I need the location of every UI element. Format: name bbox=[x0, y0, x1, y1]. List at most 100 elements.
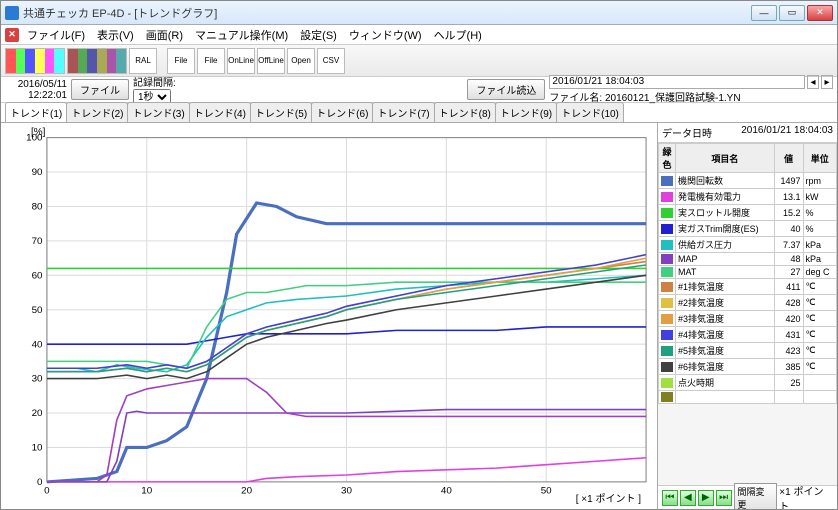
nav-last-button[interactable]: ⏭ bbox=[716, 490, 732, 506]
svg-text:20: 20 bbox=[32, 408, 43, 419]
color-swatch bbox=[661, 208, 673, 218]
chart-area: [%] 010203040506070809010001020304050 [ … bbox=[1, 123, 657, 509]
table-row[interactable]: #4排気温度431℃ bbox=[659, 327, 837, 343]
file-load-button[interactable]: ファイル読込 bbox=[467, 79, 545, 100]
trend-tabs: トレンド(1)トレンド(2)トレンド(3)トレンド(4)トレンド(5)トレンド(… bbox=[1, 103, 837, 123]
trend-tab[interactable]: トレンド(8) bbox=[434, 102, 496, 122]
close-doc-icon[interactable]: ✕ bbox=[5, 28, 19, 42]
close-button[interactable]: ✕ bbox=[807, 5, 833, 21]
interval-label: 記録間隔: bbox=[133, 74, 176, 89]
svg-text:10: 10 bbox=[141, 486, 152, 497]
trend-tab[interactable]: トレンド(3) bbox=[127, 102, 189, 122]
range-change-button[interactable]: 間隔変更 bbox=[734, 483, 778, 510]
menu-item[interactable]: 表示(V) bbox=[91, 25, 140, 45]
svg-text:40: 40 bbox=[32, 339, 43, 350]
table-row[interactable]: #2排気温度428℃ bbox=[659, 295, 837, 311]
unit-label: ×1 ポイント bbox=[779, 483, 833, 510]
svg-text:0: 0 bbox=[44, 486, 49, 497]
color-swatch bbox=[661, 192, 673, 202]
maximize-button[interactable]: ▭ bbox=[779, 5, 805, 21]
toolbar: RAL File File OnLine OffLine Open CSV bbox=[1, 45, 837, 77]
offline-button[interactable]: OffLine bbox=[257, 48, 285, 74]
trend-tab[interactable]: トレンド(10) bbox=[556, 102, 624, 122]
color-swatch bbox=[661, 176, 673, 186]
nav-first-button[interactable]: ⏮ bbox=[662, 490, 678, 506]
csv-button[interactable]: CSV bbox=[317, 48, 345, 74]
table-row[interactable]: 実スロットル開度15.2% bbox=[659, 205, 837, 221]
svg-text:10: 10 bbox=[32, 443, 43, 454]
timestamp-box: 2016/01/21 18:04:03 bbox=[549, 75, 805, 89]
table-row[interactable]: MAP48kPa bbox=[659, 253, 837, 266]
table-row[interactable]: 点火時期25 bbox=[659, 375, 837, 391]
data-datetime-value: 2016/01/21 18:04:03 bbox=[741, 125, 833, 140]
svg-text:30: 30 bbox=[32, 374, 43, 385]
file-button-2[interactable]: File bbox=[197, 48, 225, 74]
menubar: ✕ ファイル(F)表示(V)画面(R)マニュアル操作(M)設定(S)ウィンドウ(… bbox=[1, 25, 837, 45]
color-palette-1[interactable] bbox=[5, 48, 65, 74]
trend-tab[interactable]: トレンド(1) bbox=[5, 102, 67, 122]
window-title: 共通チェッカ EP-4D - [トレンドグラフ] bbox=[23, 5, 751, 21]
trend-tab[interactable]: トレンド(2) bbox=[66, 102, 128, 122]
menu-item[interactable]: ファイル(F) bbox=[21, 25, 91, 45]
color-swatch bbox=[661, 240, 673, 250]
scroll-right-button[interactable]: ▸ bbox=[821, 75, 833, 89]
svg-text:50: 50 bbox=[32, 305, 43, 316]
table-row[interactable]: #1排気温度411℃ bbox=[659, 279, 837, 295]
svg-text:80: 80 bbox=[32, 202, 43, 213]
menu-item[interactable]: ヘルプ(H) bbox=[428, 25, 488, 45]
table-row[interactable]: 実ガスTrim開度(ES)40% bbox=[659, 221, 837, 237]
col-header: 値 bbox=[774, 144, 803, 173]
trend-tab[interactable]: トレンド(6) bbox=[311, 102, 373, 122]
menu-item[interactable]: 画面(R) bbox=[140, 25, 189, 45]
svg-text:30: 30 bbox=[341, 486, 352, 497]
trend-tab[interactable]: トレンド(9) bbox=[495, 102, 557, 122]
menu-item[interactable]: ウィンドウ(W) bbox=[343, 25, 428, 45]
table-row[interactable]: #6排気温度385℃ bbox=[659, 359, 837, 375]
online-button[interactable]: OnLine bbox=[227, 48, 255, 74]
col-header: 単位 bbox=[803, 144, 836, 173]
color-swatch bbox=[661, 298, 673, 308]
minimize-button[interactable]: — bbox=[751, 5, 777, 21]
color-swatch bbox=[661, 267, 673, 277]
ral-button[interactable]: RAL bbox=[129, 48, 157, 74]
table-row[interactable]: 発電機有効電力13.1kW bbox=[659, 189, 837, 205]
table-row[interactable] bbox=[659, 391, 837, 404]
color-swatch bbox=[661, 314, 673, 324]
menu-item[interactable]: マニュアル操作(M) bbox=[189, 25, 294, 45]
current-datetime: 2016/05/11 12:22:01 bbox=[5, 79, 67, 101]
nav-prev-button[interactable]: ◀ bbox=[680, 490, 696, 506]
table-row[interactable]: #5排気温度423℃ bbox=[659, 343, 837, 359]
svg-text:20: 20 bbox=[241, 486, 252, 497]
svg-text:60: 60 bbox=[32, 271, 43, 282]
color-swatch bbox=[661, 330, 673, 340]
table-row[interactable]: 機関回転数1497rpm bbox=[659, 173, 837, 189]
x-axis-label: [ ×1 ポイント ] bbox=[576, 490, 641, 505]
file-mode-button[interactable]: ファイル bbox=[71, 79, 129, 100]
data-table: 緑色項目名値単位機関回転数1497rpm発電機有効電力13.1kW実スロットル開… bbox=[658, 143, 837, 485]
scroll-left-button[interactable]: ◂ bbox=[807, 75, 819, 89]
col-header: 緑色 bbox=[659, 144, 676, 173]
svg-text:0: 0 bbox=[37, 477, 42, 488]
data-sidebar: データ日時 2016/01/21 18:04:03 緑色項目名値単位機関回転数1… bbox=[657, 123, 837, 509]
y-axis-label: [%] bbox=[31, 127, 45, 138]
trend-tab[interactable]: トレンド(7) bbox=[372, 102, 434, 122]
trend-tab[interactable]: トレンド(5) bbox=[250, 102, 312, 122]
file-button[interactable]: File bbox=[167, 48, 195, 74]
trend-tab[interactable]: トレンド(4) bbox=[189, 102, 251, 122]
color-swatch bbox=[661, 282, 673, 292]
svg-text:40: 40 bbox=[441, 486, 452, 497]
table-row[interactable]: #3排気温度420℃ bbox=[659, 311, 837, 327]
color-palette-2[interactable] bbox=[67, 48, 127, 74]
color-swatch bbox=[661, 392, 673, 402]
nav-next-button[interactable]: ▶ bbox=[698, 490, 714, 506]
open-button[interactable]: Open bbox=[287, 48, 315, 74]
menu-item[interactable]: 設定(S) bbox=[294, 25, 343, 45]
color-swatch bbox=[661, 378, 673, 388]
titlebar[interactable]: 共通チェッカ EP-4D - [トレンドグラフ] — ▭ ✕ bbox=[1, 1, 837, 25]
data-datetime-label: データ日時 bbox=[662, 125, 712, 140]
table-row[interactable]: MAT27deg C bbox=[659, 266, 837, 279]
trend-chart: 010203040506070809010001020304050 bbox=[1, 123, 657, 509]
table-row[interactable]: 供給ガス圧力7.37kPa bbox=[659, 237, 837, 253]
col-header: 項目名 bbox=[676, 144, 775, 173]
svg-text:90: 90 bbox=[32, 167, 43, 178]
